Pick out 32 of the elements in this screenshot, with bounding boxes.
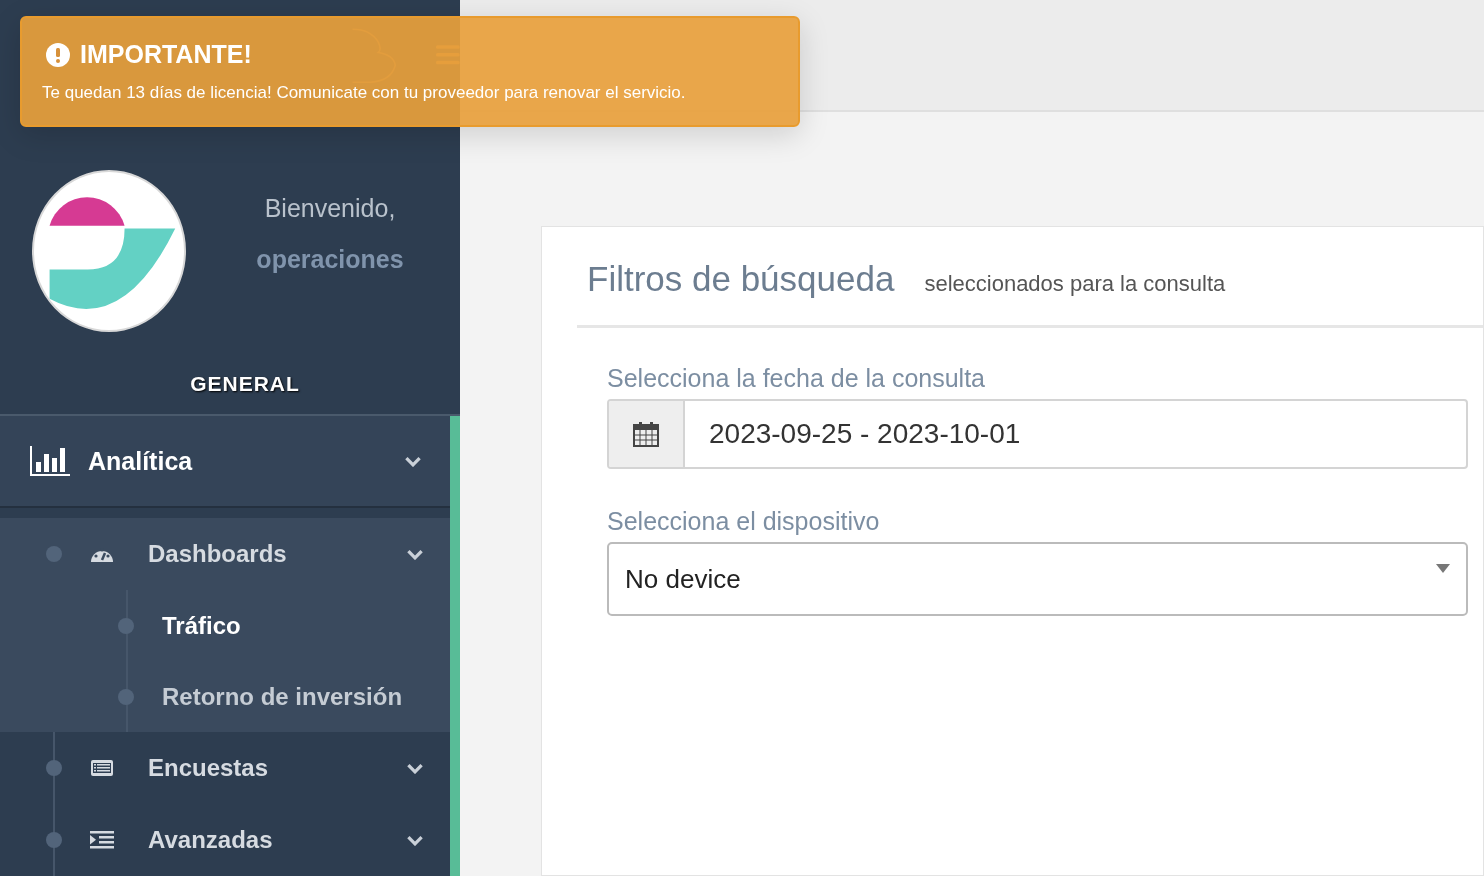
device-select[interactable]: No device [607, 542, 1468, 616]
menu-item[interactable]: Analítica [0, 416, 450, 508]
chevron-down-icon [404, 455, 422, 467]
field-label: Selecciona el dispositivo [607, 507, 881, 536]
chevron-down-icon [406, 834, 424, 846]
card-subtitle: seleccionados para la consulta [924, 271, 1226, 297]
timeline-dot [118, 617, 134, 634]
timeline-dot [46, 760, 62, 776]
timeline-dot [118, 688, 134, 705]
date-range-field[interactable]: 2023-09-25 - 2023-10-01 [607, 399, 1468, 469]
submenu-link[interactable]: Retorno de inversión [0, 661, 450, 732]
submenu-item[interactable]: Dashboards [0, 518, 450, 590]
welcome-text: Bienvenido, [264, 194, 396, 223]
field-label: Selecciona la fecha de la consulta [607, 364, 987, 393]
timeline-dot [46, 832, 62, 848]
exclamation-icon [46, 42, 70, 67]
bar-chart-icon [30, 446, 70, 476]
indent-list-icon [90, 831, 114, 849]
submenu-item[interactable]: Avanzadas [0, 804, 450, 876]
list-card-icon [90, 759, 114, 777]
submenu-item[interactable]: Encuestas [0, 732, 450, 804]
timeline-dot [46, 546, 62, 562]
alert-title: IMPORTANTE! [80, 40, 252, 69]
chevron-down-icon [406, 548, 424, 560]
alert-message: Te quedan 13 días de licencia! Comunicate con tu proveedor para renovar el servicio. [42, 83, 687, 103]
username: operaciones [256, 245, 404, 274]
caret-icon [1436, 563, 1450, 573]
submenu-link[interactable]: Tráfico [0, 590, 450, 661]
calendar-icon [633, 421, 659, 447]
chevron-down-icon [406, 762, 424, 774]
card-title: Filtros de búsqueda [587, 259, 895, 299]
section-heading: GENERAL [189, 372, 300, 396]
